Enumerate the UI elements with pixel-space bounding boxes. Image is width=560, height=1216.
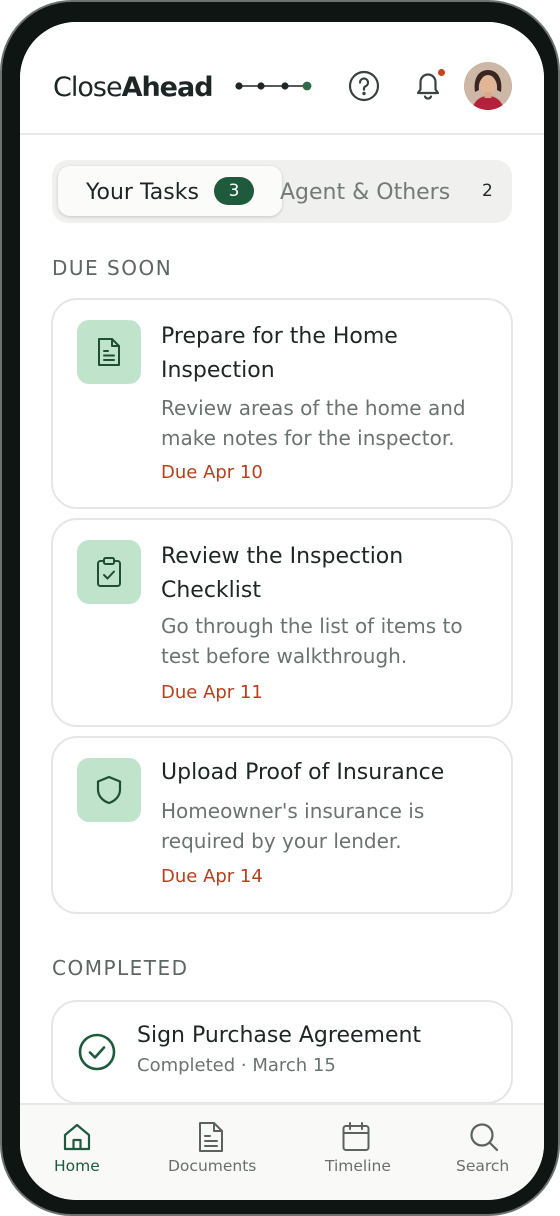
home-icon [63,1123,91,1151]
nav-item-home[interactable]: Home [40,1105,114,1200]
task-description: Go through the list of items to test bef… [161,614,463,668]
task-card[interactable]: Upload Proof of Insurance Homeowner's in… [51,736,513,914]
document-icon [199,1122,223,1152]
nav-label-timeline: Timeline [325,1157,391,1175]
task-icon-container [77,758,141,822]
task-due-date: Due Apr 14 [161,866,263,887]
task-filter-tabs: Your Tasks 3 Agent & Others 2 [52,160,512,223]
task-icon-container [77,320,141,384]
task-due-date: Due Apr 11 [161,682,263,703]
check-circle-icon [78,1033,116,1071]
task-description: Review areas of the home and make notes … [161,396,466,450]
calendar-icon [342,1122,370,1151]
clipboard-check-icon [97,557,121,587]
app-header: CloseAhead [20,22,544,135]
shield-icon [96,775,122,805]
bottom-navigation: Home Documents Timeline Search [20,1103,544,1200]
task-card[interactable]: Prepare for the Home Inspection Review a… [51,298,513,509]
help-icon[interactable] [348,70,380,102]
notification-badge [436,67,447,78]
task-due-date: Due Apr 10 [161,462,263,483]
document-icon [98,338,120,366]
your-tasks-count-badge: 3 [214,177,254,205]
search-icon [470,1123,499,1152]
logo-bold-text: Ahead [121,72,214,103]
completed-task-subtitle: Completed · March 15 [137,1055,336,1076]
task-title: Upload Proof of Insurance [161,760,445,785]
progress-steps-indicator [235,81,312,91]
agent-others-count: 2 [482,181,493,201]
completed-task-card[interactable]: Sign Purchase Agreement Completed · Marc… [51,1000,513,1104]
task-title: Review the Inspection Checklist [161,544,404,603]
task-icon-container [77,540,141,604]
avatar[interactable] [464,62,512,110]
avatar-image [464,62,512,110]
tab-agent-others[interactable]: Agent & Others [280,180,450,205]
task-description: Homeowner's insurance is required by you… [161,799,425,853]
phone-frame: CloseAhead Your Tasks 3 Agent & Others 2… [0,0,560,1216]
nav-item-search[interactable]: Search [450,1105,518,1200]
nav-item-timeline[interactable]: Timeline [318,1105,394,1200]
tab-your-tasks[interactable]: Your Tasks 3 [58,166,282,216]
app-logo[interactable]: CloseAhead [53,72,214,103]
nav-label-home: Home [54,1157,100,1175]
logo-light-text: Close [53,72,123,103]
nav-label-documents: Documents [168,1157,257,1175]
completed-heading: COMPLETED [52,956,189,980]
completed-task-title: Sign Purchase Agreement [137,1023,422,1048]
task-title: Prepare for the Home Inspection [161,324,398,383]
tab-your-tasks-label: Your Tasks [86,180,199,205]
task-card[interactable]: Review the Inspection Checklist Go throu… [51,518,513,727]
nav-label-search: Search [456,1157,510,1175]
app-screen: CloseAhead Your Tasks 3 Agent & Others 2… [20,22,544,1200]
due-soon-heading: DUE SOON [52,256,173,280]
nav-item-documents[interactable]: Documents [164,1105,260,1200]
